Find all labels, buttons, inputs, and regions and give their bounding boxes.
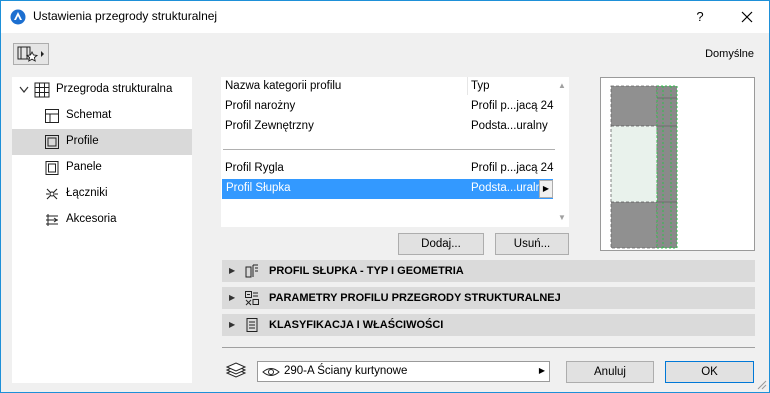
scroll-down-icon[interactable]: ▼ [555,211,569,225]
profile-table: Nazwa kategorii profilu Typ Profil naroż… [221,77,569,227]
profile-type-icon [245,264,258,278]
cancel-button-label: Anuluj [594,366,626,378]
schema-icon [45,109,59,123]
parameters-icon [245,291,259,306]
section-profile-parameters[interactable]: ▶ PARAMETRY PROFILU PRZEGRODY STRUKTURAL… [222,287,755,309]
row-name: Profil Słupka [226,182,291,194]
archicad-app-icon [10,9,26,25]
tree-item-panele[interactable]: Panele [12,155,192,181]
row-type: Podsta...uralny [471,182,548,194]
row-type: Profil p...jacą 24 [471,100,554,112]
table-row-selected[interactable]: Profil Słupka Podsta...uralny ▶ [222,179,553,199]
expand-arrow-icon[interactable]: ▶ [229,266,235,275]
accessory-icon [46,214,58,226]
tree-item-label: Panele [66,161,102,173]
row-name: Profil narożny [225,100,296,112]
curtain-wall-icon [34,82,50,98]
column-divider [467,77,468,95]
row-name: Profil Rygla [225,162,284,174]
dropdown-arrow-icon[interactable]: ▶ [539,366,545,375]
remove-button-label: Usuń... [513,238,551,250]
layer-dropdown[interactable]: 290-A Ściany kurtynowe ▶ [257,361,550,382]
dialog-window: Ustawienia przegrody strukturalnej ? Dom… [0,0,770,393]
tree-item-label: Łączniki [66,187,108,199]
curtain-wall-preview-image [610,85,678,249]
tree-item-root[interactable]: Przegroda strukturalna [12,77,192,103]
connector-icon [46,188,58,200]
add-button[interactable]: Dodaj... [398,233,484,255]
defaults-label: Domyślne [705,48,754,60]
section-label: PARAMETRY PROFILU PRZEGRODY STRUKTURALNE… [269,292,561,304]
tree-item-profile[interactable]: Profile [12,129,192,155]
settings-tree: Przegroda strukturalna Schemat Profile P… [12,77,192,383]
section-profile-type-geometry[interactable]: ▶ PROFIL SŁUPKA - TYP I GEOMETRIA [222,260,755,282]
title-bar: Ustawienia przegrody strukturalnej ? [1,1,769,33]
ok-button-label: OK [701,366,718,378]
favorites-button[interactable] [13,43,49,65]
resize-grip-icon[interactable] [757,380,767,390]
column-header-name: Nazwa kategorii profilu [225,80,342,92]
type-popup-arrow-icon[interactable]: ▶ [539,180,553,198]
profile-preview [600,77,755,251]
add-button-label: Dodaj... [421,238,461,250]
eye-icon[interactable] [262,365,280,379]
help-label: ? [696,9,704,24]
row-type: Profil p...jacą 24 [471,162,554,174]
help-button[interactable]: ? [686,7,714,27]
section-label: KLASYFIKACJA I WŁAŚCIWOŚCI [269,319,444,331]
table-header: Nazwa kategorii profilu Typ [221,77,569,97]
close-icon[interactable] [733,7,761,27]
section-label: PROFIL SŁUPKA - TYP I GEOMETRIA [269,265,464,277]
classification-icon [246,318,258,332]
tree-root-label: Przegroda strukturalna [56,83,173,95]
profile-icon [45,135,59,149]
table-row[interactable]: Profil Rygla Profil p...jacą 24 [221,159,569,179]
tree-item-label: Akcesoria [66,213,117,225]
ok-button[interactable]: OK [665,361,754,383]
layer-value: 290-A Ściany kurtynowe [284,365,408,377]
remove-button[interactable]: Usuń... [495,233,569,255]
cancel-button[interactable]: Anuluj [566,361,654,383]
section-classification[interactable]: ▶ KLASYFIKACJA I WŁAŚCIWOŚCI [222,314,755,336]
row-name: Profil Zewnętrzny [225,120,314,132]
table-row[interactable]: Profil narożny Profil p...jacą 24 [221,97,569,117]
favorites-star-icon [17,46,44,62]
panel-icon [45,161,59,175]
chevron-down-icon[interactable] [19,86,29,94]
table-row[interactable]: Profil Zewnętrzny Podsta...uralny [221,117,569,137]
column-header-type: Typ [471,80,490,92]
tree-item-label: Schemat [66,109,112,121]
tree-item-schemat[interactable]: Schemat [12,103,192,129]
tree-item-akcesoria[interactable]: Akcesoria [12,207,192,233]
table-scrollbar[interactable]: ▲ ▼ [555,77,569,227]
tree-item-label: Profile [66,135,99,147]
expand-arrow-icon[interactable]: ▶ [229,293,235,302]
row-type: Podsta...uralny [471,120,548,132]
expand-arrow-icon[interactable]: ▶ [229,320,235,329]
bottom-separator [222,347,755,348]
scroll-up-icon[interactable]: ▲ [555,79,569,93]
table-separator [223,149,555,150]
window-title: Ustawienia przegrody strukturalnej [33,9,218,23]
layers-icon [225,362,247,378]
tree-item-laczniki[interactable]: Łączniki [12,181,192,207]
